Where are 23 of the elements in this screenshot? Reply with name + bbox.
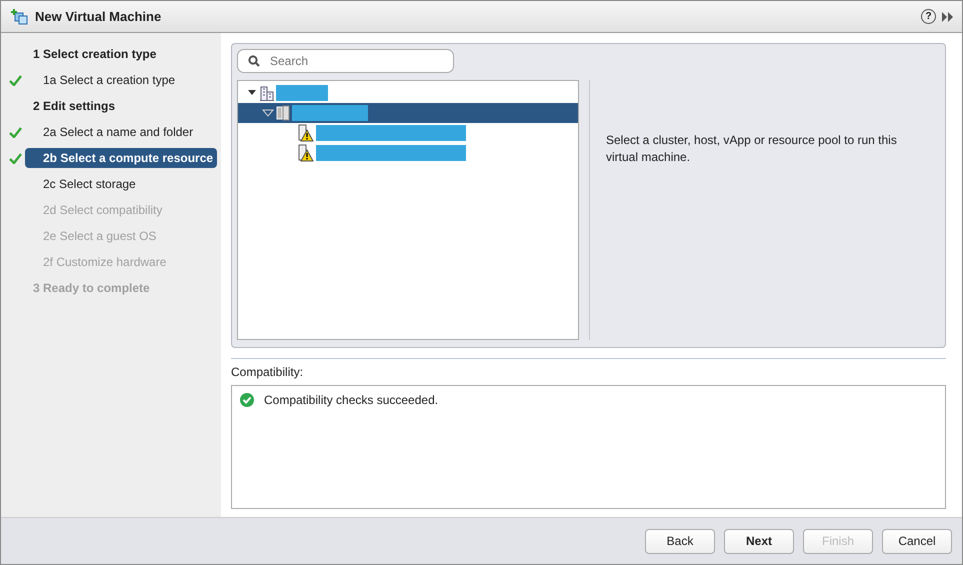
window-title: New Virtual Machine xyxy=(35,9,162,24)
redacted-name-block xyxy=(276,85,328,101)
compatibility-message: Compatibility checks succeeded. xyxy=(264,392,438,407)
info-text: Select a cluster, host, vApp or resource pool to run this virtual machine. xyxy=(605,132,898,166)
wizard-step[interactable]: 2 Edit settings xyxy=(25,96,122,116)
wizard-step[interactable]: 2a Select a name and folder xyxy=(25,122,200,142)
dialog-button[interactable]: Cancel xyxy=(882,528,952,554)
dialog-button[interactable]: Next xyxy=(724,528,794,554)
search-field[interactable]: Search xyxy=(237,49,454,73)
expand-triangle-icon[interactable] xyxy=(246,89,258,97)
expand-icon[interactable] xyxy=(942,12,954,22)
compatibility-label: Compatibility: xyxy=(231,364,304,379)
dialog-button[interactable]: Back xyxy=(645,528,715,554)
help-button[interactable]: ? xyxy=(921,9,936,24)
wizard-step[interactable]: 2c Select storage xyxy=(25,174,142,194)
wizard-step[interactable]: 2b Select a compute resource xyxy=(25,148,217,168)
server-cluster-icon xyxy=(276,105,290,121)
building-icon xyxy=(260,85,274,101)
search-icon xyxy=(248,55,260,67)
wizard-step[interactable]: 1a Select a creation type xyxy=(25,70,182,90)
vm-add-icon xyxy=(11,8,29,24)
wizard-step[interactable]: 1 Select creation type xyxy=(25,44,162,64)
tree-row[interactable] xyxy=(238,103,578,123)
